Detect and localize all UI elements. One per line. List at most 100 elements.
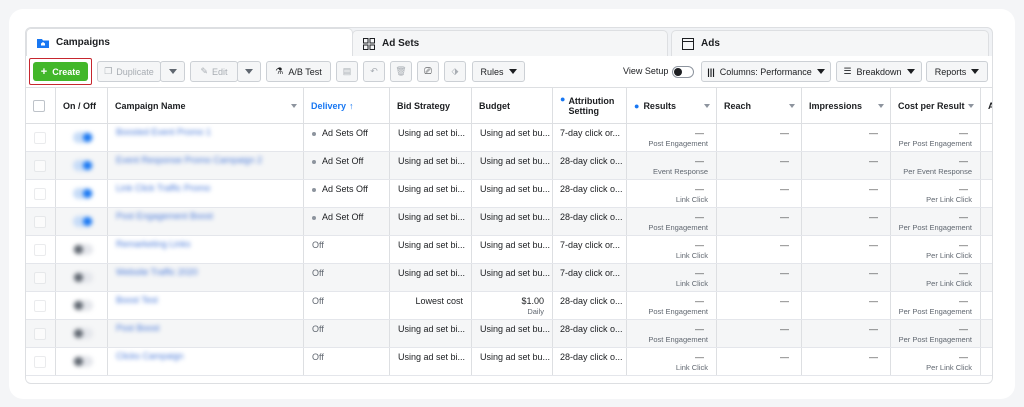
tag-button[interactable]: ⬗	[444, 61, 466, 82]
tab-ads[interactable]: Ads	[671, 30, 989, 56]
duplicate-dropdown-button[interactable]	[160, 61, 185, 82]
bid-strategy-value: Lowest cost	[415, 296, 463, 306]
campaign-name-cell: Post Engagement Boost	[108, 208, 304, 235]
table-row[interactable]: Boosted Event Promo 1 Ad Sets Off Using ad…	[26, 124, 992, 152]
attribution-value: 7-day click or...	[560, 240, 621, 250]
create-button[interactable]: + Create	[33, 62, 88, 81]
row-checkbox[interactable]	[34, 132, 46, 144]
column-header-results[interactable]: ● Results	[627, 88, 717, 123]
table-row[interactable]: Post Boost Off Using ad set bi... Using ad …	[26, 320, 992, 348]
campaign-toggle[interactable]	[73, 272, 93, 283]
attribution-value: 7-day click or...	[560, 128, 621, 138]
table-row[interactable]: Boost Test Off Lowest cost Daily $1.00 28-day…	[26, 292, 992, 320]
campaign-toggle[interactable]	[73, 328, 93, 339]
duplicate-icon: ❐	[104, 66, 113, 76]
clipboard-icon-button[interactable]: ▤	[336, 61, 358, 82]
delivery-label: Ad Sets Off	[322, 184, 368, 194]
bid-strategy-cell: Using ad set bi...	[390, 320, 472, 347]
campaign-toggle[interactable]	[73, 300, 93, 311]
budget-period: Daily	[527, 307, 544, 316]
table-row[interactable]: Remarketing Links Off Using ad set bi... Us…	[26, 236, 992, 264]
result-type-label: Link Click	[675, 279, 708, 288]
campaign-name-link[interactable]: Link Click Traffic Promo	[116, 183, 210, 193]
column-header-impressions[interactable]: Impressions	[802, 88, 891, 123]
ab-test-button[interactable]: ⚗ A/B Test	[266, 61, 331, 82]
row-checkbox[interactable]	[34, 328, 46, 340]
edit-dropdown-button[interactable]	[237, 61, 261, 82]
campaign-toggle[interactable]	[73, 216, 93, 227]
row-select-cell	[26, 348, 56, 375]
campaign-name-link[interactable]: Remarketing Links	[116, 239, 191, 249]
view-setup-toggle[interactable]	[672, 66, 694, 78]
delivery-label: Off	[312, 324, 324, 334]
column-header-budget[interactable]: Budget	[472, 88, 553, 123]
overflow-cell	[981, 264, 992, 291]
impressions-value: —	[869, 240, 878, 250]
column-header-attribution[interactable]: ● Attribution Setting	[553, 88, 627, 123]
table-row[interactable]: Link Click Traffic Promo Ad Sets Off Using…	[26, 180, 992, 208]
row-checkbox[interactable]	[34, 356, 46, 368]
row-select-cell	[26, 264, 56, 291]
row-checkbox[interactable]	[34, 188, 46, 200]
campaign-name-link[interactable]: Website Traffic 2020	[116, 267, 198, 277]
bid-strategy-value: Using ad set bi...	[398, 268, 466, 278]
tab-ad-sets[interactable]: Ad Sets	[352, 30, 668, 56]
preview-button[interactable]: ⎚	[417, 61, 439, 82]
cost-per-result-cell: — Per Post Engagement	[891, 292, 981, 319]
breakdown-button[interactable]: ☰ Breakdown	[836, 61, 922, 82]
campaign-toggle[interactable]	[73, 188, 93, 199]
campaign-name-link[interactable]: Post Boost	[116, 323, 160, 333]
table-row[interactable]: Website Traffic 2020 Off Using ad set bi..…	[26, 264, 992, 292]
row-checkbox[interactable]	[34, 244, 46, 256]
row-checkbox[interactable]	[34, 216, 46, 228]
toggle-knob	[74, 301, 83, 310]
undo-button[interactable]: ↶	[363, 61, 385, 82]
impressions-value: —	[869, 296, 878, 306]
row-checkbox[interactable]	[34, 272, 46, 284]
columns-button[interactable]: ||| Columns: Performance	[701, 61, 831, 82]
delivery-label: Off	[312, 352, 324, 362]
overflow-cell	[981, 320, 992, 347]
campaign-name-link[interactable]: Boost Test	[116, 295, 158, 305]
attribution-cell: 28-day click o...	[553, 180, 627, 207]
campaign-toggle[interactable]	[73, 160, 93, 171]
column-header-reach[interactable]: Reach	[717, 88, 802, 123]
campaign-name-cell: Link Click Traffic Promo	[108, 180, 304, 207]
table-row[interactable]: Post Engagement Boost Ad Set Off Using ad …	[26, 208, 992, 236]
bid-strategy-cell: Lowest cost	[390, 292, 472, 319]
row-toggle-cell	[56, 208, 108, 235]
column-header-cost-per-result[interactable]: Cost per Result	[891, 88, 981, 123]
table-row[interactable]: Clicks Campaign Off Using ad set bi... Usin…	[26, 348, 992, 376]
column-header-on-off[interactable]: On / Off	[56, 88, 108, 123]
attribution-cell: 28-day click o...	[553, 292, 627, 319]
row-checkbox[interactable]	[34, 300, 46, 312]
row-checkbox[interactable]	[34, 160, 46, 172]
column-header-delivery[interactable]: Delivery ↑	[304, 88, 390, 123]
campaign-name-link[interactable]: Event Response Promo Campaign 2	[116, 155, 262, 165]
reach-cell: —	[717, 320, 802, 347]
toggle-knob	[74, 273, 83, 282]
campaign-name-link[interactable]: Boosted Event Promo 1	[116, 127, 211, 137]
sort-chevron-icon	[968, 104, 974, 108]
table-row[interactable]: Event Response Promo Campaign 2 Ad Set Of…	[26, 152, 992, 180]
campaign-name-link[interactable]: Clicks Campaign	[116, 351, 184, 361]
row-select-cell	[26, 236, 56, 263]
campaign-toggle[interactable]	[73, 132, 93, 143]
breakdown-icon: ☰	[843, 66, 852, 76]
select-all-checkbox[interactable]	[33, 99, 45, 112]
campaign-toggle[interactable]	[73, 244, 93, 255]
duplicate-button[interactable]: ❐ Duplicate	[97, 61, 161, 82]
result-type-label: Post Engagement	[648, 139, 708, 148]
campaign-toggle[interactable]	[73, 356, 93, 367]
tab-campaigns[interactable]: Campaigns	[26, 28, 353, 56]
reports-button[interactable]: Reports	[926, 61, 988, 82]
campaign-name-link[interactable]: Post Engagement Boost	[116, 211, 213, 221]
rules-button[interactable]: Rules	[472, 61, 525, 82]
edit-button[interactable]: ✎ Edit	[190, 61, 238, 82]
delivery-cell: Ad Sets Off	[304, 180, 390, 207]
delete-button[interactable]: 🗑	[390, 61, 412, 82]
cost-type-label: Per Link Click	[926, 363, 972, 372]
column-header-campaign-name[interactable]: Campaign Name	[108, 88, 304, 123]
column-header-bid-strategy[interactable]: Bid Strategy	[390, 88, 472, 123]
column-header-next[interactable]: A	[981, 88, 992, 123]
